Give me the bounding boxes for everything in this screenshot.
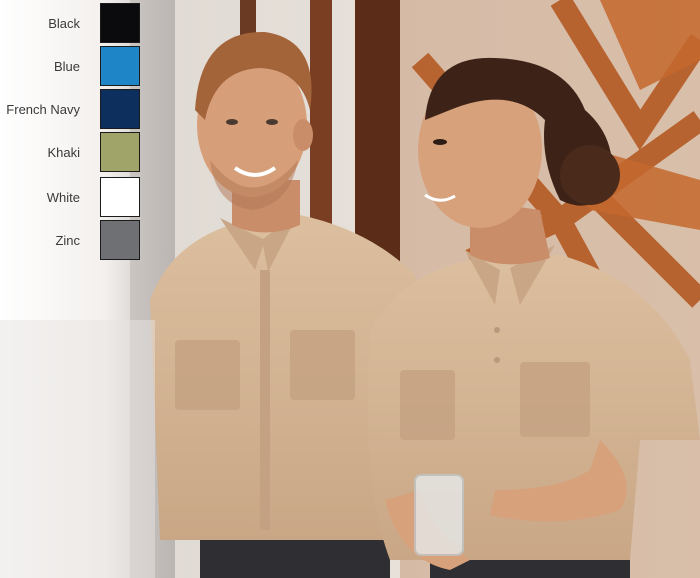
swatch-color-box[interactable] [100, 89, 140, 129]
swatch-color-box[interactable] [100, 177, 140, 217]
swatch-color-box[interactable] [100, 220, 140, 260]
swatch-khaki[interactable]: Khaki [0, 131, 142, 173]
swatch-white[interactable]: White [0, 176, 142, 218]
swatch-color-box[interactable] [100, 46, 140, 86]
swatch-label: Khaki [47, 144, 80, 160]
swatch-color-box[interactable] [100, 3, 140, 43]
swatch-blue[interactable]: Blue [0, 45, 142, 87]
swatch-label: White [46, 189, 80, 205]
swatch-label: Zinc [55, 232, 80, 248]
color-swatch-panel: Black Blue French Navy Khaki White Zinc [0, 0, 160, 270]
swatch-label: French Navy [6, 101, 80, 117]
swatch-color-box[interactable] [100, 132, 140, 172]
swatch-french-navy[interactable]: French Navy [0, 88, 142, 130]
swatch-black[interactable]: Black [0, 2, 142, 44]
swatch-zinc[interactable]: Zinc [0, 219, 142, 261]
swatch-label: Blue [53, 58, 80, 74]
swatch-label: Black [48, 15, 80, 31]
